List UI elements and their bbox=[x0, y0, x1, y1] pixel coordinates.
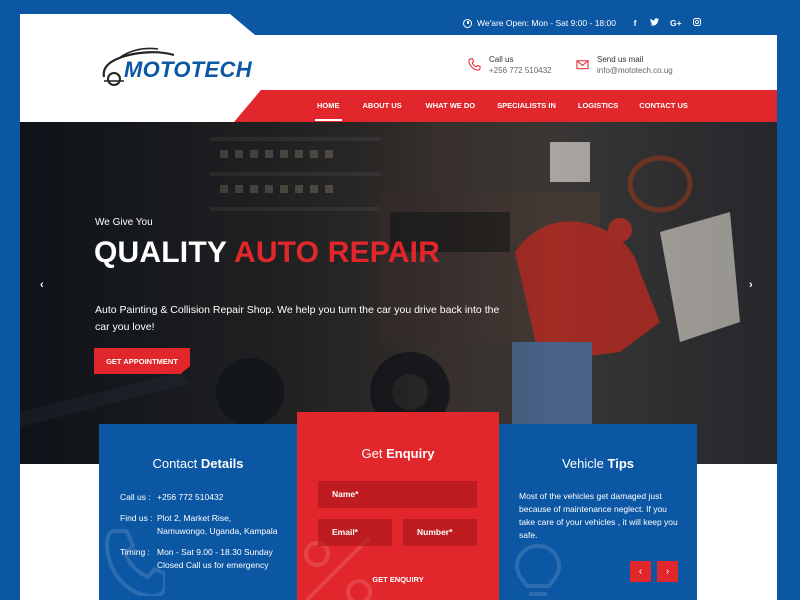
facebook-icon[interactable]: f bbox=[631, 18, 639, 28]
number-field[interactable]: Number* bbox=[403, 519, 477, 546]
name-field[interactable]: Name* bbox=[318, 481, 477, 508]
contact-details-title: Contact Details bbox=[152, 456, 244, 471]
google-plus-icon[interactable]: G+ bbox=[670, 18, 682, 28]
enquiry-panel: Get Enquiry Name* Email* Number* GET ENQ… bbox=[297, 412, 499, 600]
nav-home[interactable]: HOME bbox=[315, 90, 341, 122]
nav-what-we-do[interactable]: WHAT WE DO bbox=[426, 90, 475, 122]
contact-row-timing: Timing : Mon - Sat 9.00 - 18.30 Sunday C… bbox=[120, 547, 273, 570]
contact-row-address: Find us : Plot 2, Market Rise, Namuwongo… bbox=[120, 513, 278, 536]
hero-kicker: We Give You bbox=[95, 217, 153, 228]
contact-details-panel: Contact Details Call us : +256 772 51043… bbox=[99, 424, 297, 600]
enquiry-title: Get Enquiry bbox=[361, 446, 435, 461]
contact-row-call: Call us : +256 772 510432 bbox=[120, 492, 224, 502]
nav-specialists-in[interactable]: SPECIALISTS IN bbox=[497, 90, 556, 122]
tips-next-button[interactable]: › bbox=[657, 561, 678, 582]
phone-icon bbox=[468, 58, 481, 71]
get-enquiry-button[interactable]: GET ENQUIRY bbox=[297, 575, 499, 584]
nav-logistics[interactable]: LOGISTICS bbox=[578, 90, 618, 122]
vehicle-tips-text: Most of the vehicles get damaged just be… bbox=[519, 491, 678, 540]
vehicle-tips-title: Vehicle Tips bbox=[561, 456, 635, 471]
hero-title: QUALITY AUTO REPAIR bbox=[94, 236, 441, 269]
site-header: MOTOTECH Call us +256 772 510432 Send us… bbox=[20, 35, 777, 91]
hero-description: Auto Painting & Collision Repair Shop. W… bbox=[95, 304, 500, 333]
lightbulb-watermark-icon bbox=[514, 543, 562, 596]
page-frame: We'are Open: Mon - Sat 9:00 - 18:00 f G+… bbox=[20, 14, 777, 600]
brand-name[interactable]: MOTOTECH bbox=[124, 57, 252, 83]
email-field[interactable]: Email* bbox=[318, 519, 392, 546]
top-bar: We'are Open: Mon - Sat 9:00 - 18:00 f G+ bbox=[20, 14, 777, 35]
vehicle-tips-panel: Vehicle Tips Most of the vehicles get da… bbox=[499, 424, 697, 600]
hero-next-arrow[interactable]: › bbox=[749, 279, 753, 291]
nav-about-us[interactable]: ABOUT US bbox=[363, 90, 402, 122]
main-nav: HOME ABOUT US WHAT WE DO SPECIALISTS IN … bbox=[315, 90, 688, 122]
social-links: f G+ bbox=[631, 18, 701, 28]
mail-icon bbox=[576, 60, 589, 70]
instagram-icon[interactable] bbox=[692, 18, 701, 28]
clock-icon bbox=[463, 18, 472, 28]
tips-prev-button[interactable]: ‹ bbox=[630, 561, 651, 582]
nav-contact-us[interactable]: CONTACT US bbox=[639, 90, 688, 122]
header-mail[interactable]: Send us mail info@mototech.co.ug bbox=[576, 54, 673, 76]
hero-prev-arrow[interactable]: ‹ bbox=[40, 279, 44, 291]
opening-hours: We'are Open: Mon - Sat 9:00 - 18:00 bbox=[463, 18, 616, 28]
header-call[interactable]: Call us +256 772 510432 bbox=[468, 54, 552, 76]
get-appointment-button[interactable]: GET APPOINTMENT bbox=[94, 348, 190, 374]
twitter-icon[interactable] bbox=[650, 18, 659, 28]
